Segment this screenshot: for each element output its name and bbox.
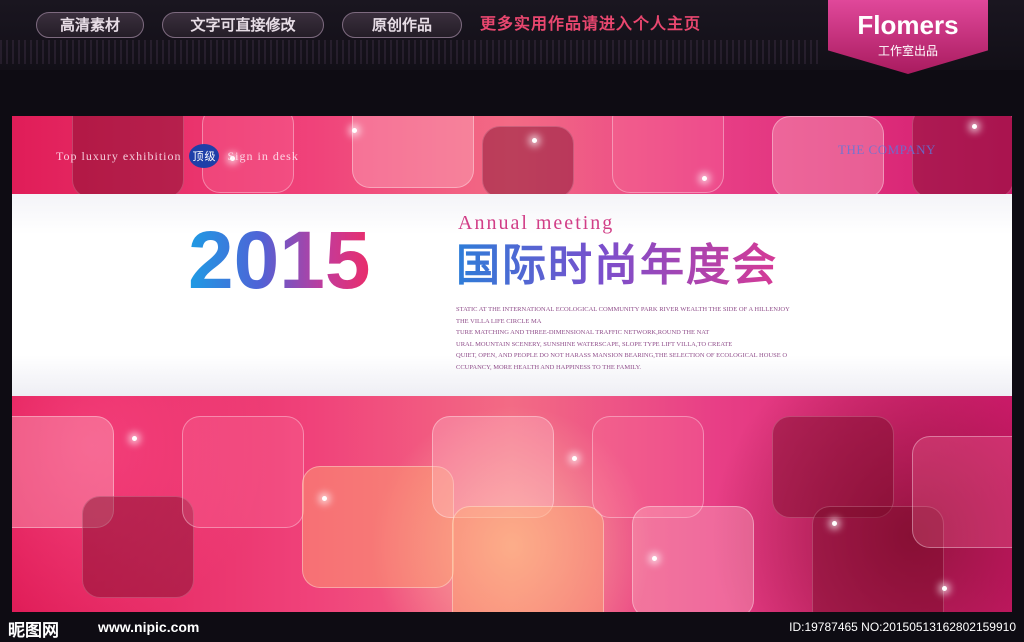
paragraph-line: URAL MOUNTAIN SCENERY, SUNSHINE WATERSCA… — [456, 340, 733, 348]
brand-subtitle: 工作室出品 — [877, 44, 938, 58]
editable-text-pill[interactable]: 文字可直接修改 — [162, 12, 324, 38]
decorative-tile — [182, 416, 304, 528]
year-heading: 2015 — [188, 215, 371, 306]
sparkle — [132, 436, 137, 441]
paragraph-line: STATIC AT THE INTERNATIONAL ECOLOGICAL C… — [456, 306, 790, 313]
chinese-title: 国际时尚年度会 — [456, 241, 778, 290]
tagline-part-1: Top luxury exhibition — [56, 149, 182, 163]
top-badge: 顶级 — [189, 144, 220, 168]
sparkle — [532, 138, 537, 143]
company-label: THE COMPANY — [838, 142, 936, 157]
decorative-tile — [482, 126, 574, 198]
sparkle — [702, 176, 707, 181]
tagline-top-left: Top luxury exhibition 顶级 Sign in desk — [56, 144, 299, 168]
decorative-tile — [352, 116, 474, 188]
annual-meeting-label: Annual meeting — [458, 212, 615, 234]
sparkle — [352, 128, 357, 133]
homepage-promo-link[interactable]: 更多实用作品请进入个人主页 — [480, 12, 701, 38]
image-id-text: ID:19787465 NO:20150513162802159910 — [789, 620, 1016, 634]
decorative-tile — [772, 416, 894, 518]
sparkle — [572, 456, 577, 461]
title-band: 2015 Annual meeting 国际时尚年度会 STATIC AT TH… — [12, 194, 1012, 396]
paragraph-line: CCUPANCY, MORE HEALTH AND HAPPINESS TO T… — [456, 363, 642, 371]
sparkle — [322, 496, 327, 501]
decorative-tile — [912, 436, 1012, 548]
description-paragraph: STATIC AT THE INTERNATIONAL ECOLOGICAL C… — [456, 304, 836, 373]
decorative-tile — [432, 416, 554, 518]
brand-name: Flomers — [857, 10, 959, 40]
annual-meeting-banner: Top luxury exhibition 顶级 Sign in desk TH… — [12, 116, 1012, 612]
paragraph-line: QUIET, OPEN, AND PEOPLE DO NOT HARASS MA… — [456, 352, 788, 359]
decorative-tile — [82, 496, 194, 598]
nipic-url[interactable]: www.nipic.com — [98, 619, 199, 635]
paragraph-line: TURE MATCHING AND THREE-DIMENSIONAL TRAF… — [456, 329, 710, 336]
paragraph-line: THE VILLA LIFE CIRCLE MA — [456, 317, 542, 325]
decorative-tile — [632, 506, 754, 612]
tagline-part-2: Sign in desk — [227, 149, 299, 163]
sparkle — [832, 521, 837, 526]
decorative-tile — [452, 506, 604, 612]
decorative-tile — [592, 416, 704, 518]
brand-logo[interactable]: Flomers 工作室出品 — [828, 0, 988, 74]
sparkle — [972, 124, 977, 129]
decorative-stripes — [0, 40, 820, 64]
top-bar: 高清素材 文字可直接修改 原创作品 更多实用作品请进入个人主页 Flomers … — [0, 0, 1024, 74]
nipic-logo: 昵图网 — [8, 621, 59, 640]
sparkle — [652, 556, 657, 561]
original-work-pill[interactable]: 原创作品 — [342, 12, 462, 38]
decorative-tile — [612, 116, 724, 193]
sparkle — [942, 586, 947, 591]
hd-material-pill[interactable]: 高清素材 — [36, 12, 144, 38]
